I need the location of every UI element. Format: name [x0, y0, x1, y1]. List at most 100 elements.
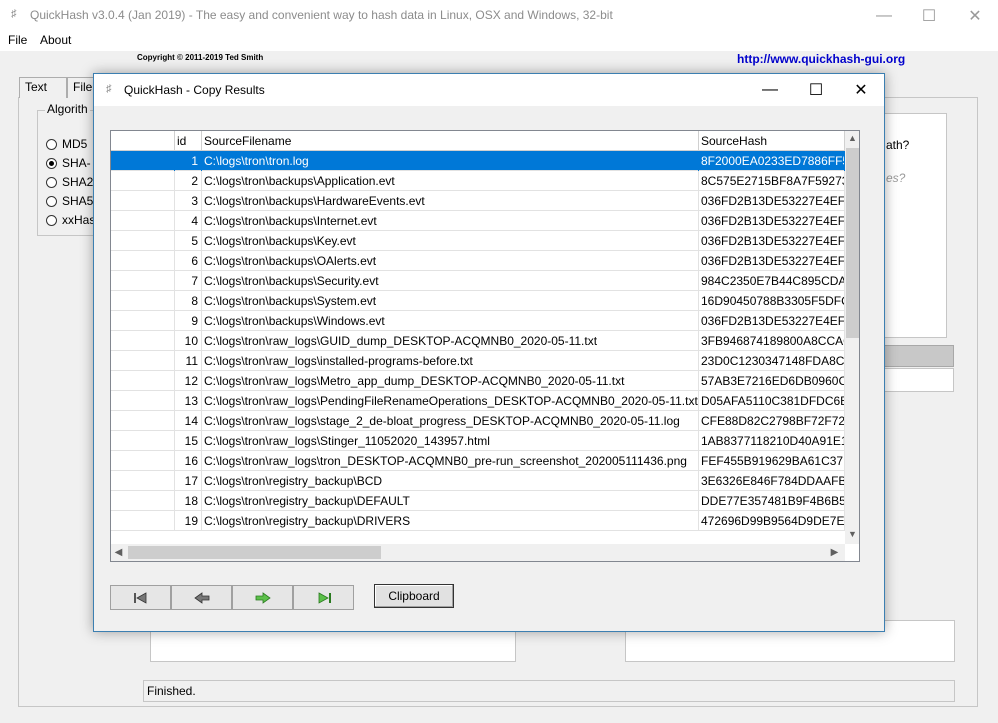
row-indicator-cell[interactable] [111, 391, 175, 411]
id-cell[interactable]: 14 [175, 411, 202, 431]
hash-cell[interactable]: 036FD2B13DE53227E4EFFE7 [699, 231, 845, 251]
row-indicator-cell[interactable] [111, 191, 175, 211]
hash-cell[interactable]: 1AB8377118210D40A91E1D [699, 431, 845, 451]
id-cell[interactable]: 12 [175, 371, 202, 391]
hash-cell[interactable]: 036FD2B13DE53227E4EFFE7 [699, 191, 845, 211]
filename-cell[interactable]: C:\logs\tron\registry_backup\DEFAULT [202, 491, 699, 511]
table-row[interactable]: 3 C:\logs\tron\backups\HardwareEvents.evt… [111, 191, 845, 211]
hash-cell[interactable]: 57AB3E7216ED6DB0960C0C [699, 371, 845, 391]
hash-cell[interactable]: FEF455B919629BA61C37D5 [699, 451, 845, 471]
column-header-id[interactable]: id [175, 131, 202, 151]
row-indicator-cell[interactable] [111, 491, 175, 511]
minimize-button[interactable]: — [861, 0, 907, 31]
maximize-button[interactable]: ☐ [906, 0, 952, 31]
dialog-minimize-button[interactable]: — [747, 74, 793, 106]
filename-cell[interactable]: C:\logs\tron\backups\HardwareEvents.evt [202, 191, 699, 211]
id-cell[interactable]: 7 [175, 271, 202, 291]
hash-cell[interactable]: DDE77E357481B9F4B6B52C [699, 491, 845, 511]
algo-option-sha1[interactable]: SHA- [46, 156, 91, 170]
filename-cell[interactable]: C:\logs\tron\raw_logs\GUID_dump_DESKTOP-… [202, 331, 699, 351]
filename-cell[interactable]: C:\logs\tron\raw_logs\tron_DESKTOP-ACQMN… [202, 451, 699, 471]
id-cell[interactable]: 6 [175, 251, 202, 271]
filename-cell[interactable]: C:\logs\tron\backups\Application.evt [202, 171, 699, 191]
id-cell[interactable]: 9 [175, 311, 202, 331]
row-indicator-cell[interactable] [111, 171, 175, 191]
close-button[interactable]: ✕ [952, 0, 998, 31]
id-cell[interactable]: 18 [175, 491, 202, 511]
id-cell[interactable]: 15 [175, 431, 202, 451]
filename-cell[interactable]: C:\logs\tron\backups\Security.evt [202, 271, 699, 291]
table-row[interactable]: 12 C:\logs\tron\raw_logs\Metro_app_dump_D… [111, 371, 845, 391]
previous-record-button[interactable] [171, 585, 232, 610]
algo-option-sha5[interactable]: SHA5 [46, 194, 93, 208]
clipboard-button[interactable]: Clipboard [374, 584, 454, 608]
hash-cell[interactable]: 036FD2B13DE53227E4EFFE7 [699, 311, 845, 331]
id-cell[interactable]: 2 [175, 171, 202, 191]
table-row[interactable]: 17 C:\logs\tron\registry_backup\BCD 3E6326… [111, 471, 845, 491]
id-cell[interactable]: 8 [175, 291, 202, 311]
radio-unchecked-icon[interactable] [46, 138, 57, 150]
column-header-sourcehash[interactable]: SourceHash [699, 131, 845, 151]
table-row[interactable]: 5 C:\logs\tron\backups\Key.evt 036FD2B13DE… [111, 231, 845, 251]
filename-cell[interactable]: C:\logs\tron\registry_backup\DRIVERS [202, 511, 699, 531]
id-cell[interactable]: 5 [175, 231, 202, 251]
id-cell[interactable]: 13 [175, 391, 202, 411]
vertical-scrollbar[interactable]: ▲ ▼ [845, 131, 859, 544]
table-row[interactable]: 18 C:\logs\tron\registry_backup\DEFAULT DD… [111, 491, 845, 511]
table-row[interactable]: 13 C:\logs\tron\raw_logs\PendingFileRenam… [111, 391, 845, 411]
horizontal-scrollbar[interactable]: ◀ ▶ [111, 544, 845, 561]
row-indicator-cell[interactable] [111, 331, 175, 351]
radio-unchecked-icon[interactable] [46, 176, 57, 188]
filename-cell[interactable]: C:\logs\tron\backups\Windows.evt [202, 311, 699, 331]
hash-cell[interactable]: 8F2000EA0233ED7886FF526 [699, 151, 845, 171]
table-row[interactable]: 4 C:\logs\tron\backups\Internet.evt 036FD2… [111, 211, 845, 231]
hash-cell[interactable]: 036FD2B13DE53227E4EFFE7 [699, 251, 845, 271]
hash-cell[interactable]: CFE88D82C2798BF72F72E4 [699, 411, 845, 431]
row-indicator-cell[interactable] [111, 251, 175, 271]
table-row[interactable]: 10 C:\logs\tron\raw_logs\GUID_dump_DESKTO… [111, 331, 845, 351]
input-bar[interactable] [884, 368, 954, 392]
hash-cell[interactable]: D05AFA5110C381DFDC6BD [699, 391, 845, 411]
id-cell[interactable]: 19 [175, 511, 202, 531]
filename-cell[interactable]: C:\logs\tron\raw_logs\Metro_app_dump_DES… [202, 371, 699, 391]
filename-cell[interactable]: C:\logs\tron\registry_backup\BCD [202, 471, 699, 491]
row-indicator-cell[interactable] [111, 511, 175, 531]
table-row[interactable]: 7 C:\logs\tron\backups\Security.evt 984C23… [111, 271, 845, 291]
table-row[interactable]: 2 C:\logs\tron\backups\Application.evt 8C5… [111, 171, 845, 191]
last-record-button[interactable] [293, 585, 354, 610]
table-row[interactable]: 14 C:\logs\tron\raw_logs\stage_2_de-bloat… [111, 411, 845, 431]
menu-file[interactable]: File [8, 33, 27, 47]
scroll-right-icon[interactable]: ▶ [827, 544, 842, 561]
radio-unchecked-icon[interactable] [46, 195, 57, 207]
row-indicator-cell[interactable] [111, 411, 175, 431]
id-cell[interactable]: 1 [175, 151, 202, 171]
table-row[interactable]: 16 C:\logs\tron\raw_logs\tron_DESKTOP-ACQ… [111, 451, 845, 471]
results-grid[interactable]: id SourceFilename SourceHash 1 C:\logs\tr… [110, 130, 860, 562]
row-indicator-cell[interactable] [111, 471, 175, 491]
row-indicator-cell[interactable] [111, 371, 175, 391]
horizontal-scroll-thumb[interactable] [128, 546, 381, 559]
algo-option-md5[interactable]: MD5 [46, 137, 87, 151]
table-row[interactable]: 6 C:\logs\tron\backups\OAlerts.evt 036FD2B… [111, 251, 845, 271]
column-header-sourcefilename[interactable]: SourceFilename [202, 131, 699, 151]
tab-text[interactable]: Text [19, 77, 67, 98]
website-link[interactable]: http://www.quickhash-gui.org [737, 52, 905, 66]
hash-cell[interactable]: 036FD2B13DE53227E4EFFE7 [699, 211, 845, 231]
row-indicator-cell[interactable] [111, 431, 175, 451]
table-row[interactable]: 9 C:\logs\tron\backups\Windows.evt 036FD2B… [111, 311, 845, 331]
row-indicator-cell[interactable] [111, 451, 175, 471]
table-row[interactable]: 11 C:\logs\tron\raw_logs\installed-progra… [111, 351, 845, 371]
radio-checked-icon[interactable] [46, 157, 57, 169]
filename-cell[interactable]: C:\logs\tron\backups\OAlerts.evt [202, 251, 699, 271]
id-cell[interactable]: 11 [175, 351, 202, 371]
table-row[interactable]: 19 C:\logs\tron\registry_backup\DRIVERS 47… [111, 511, 845, 531]
scroll-down-icon[interactable]: ▼ [845, 527, 859, 542]
filename-cell[interactable]: C:\logs\tron\raw_logs\PendingFileRenameO… [202, 391, 699, 411]
algo-option-xxhash[interactable]: xxHas [46, 213, 95, 227]
filename-cell[interactable]: C:\logs\tron\tron.log [202, 151, 699, 171]
hash-cell[interactable]: 3FB946874189800A8CCACF [699, 331, 845, 351]
row-indicator-cell[interactable] [111, 351, 175, 371]
dialog-close-button[interactable]: ✕ [838, 74, 884, 106]
column-header-indicator[interactable] [111, 131, 175, 151]
algo-option-sha2[interactable]: SHA2 [46, 175, 93, 189]
